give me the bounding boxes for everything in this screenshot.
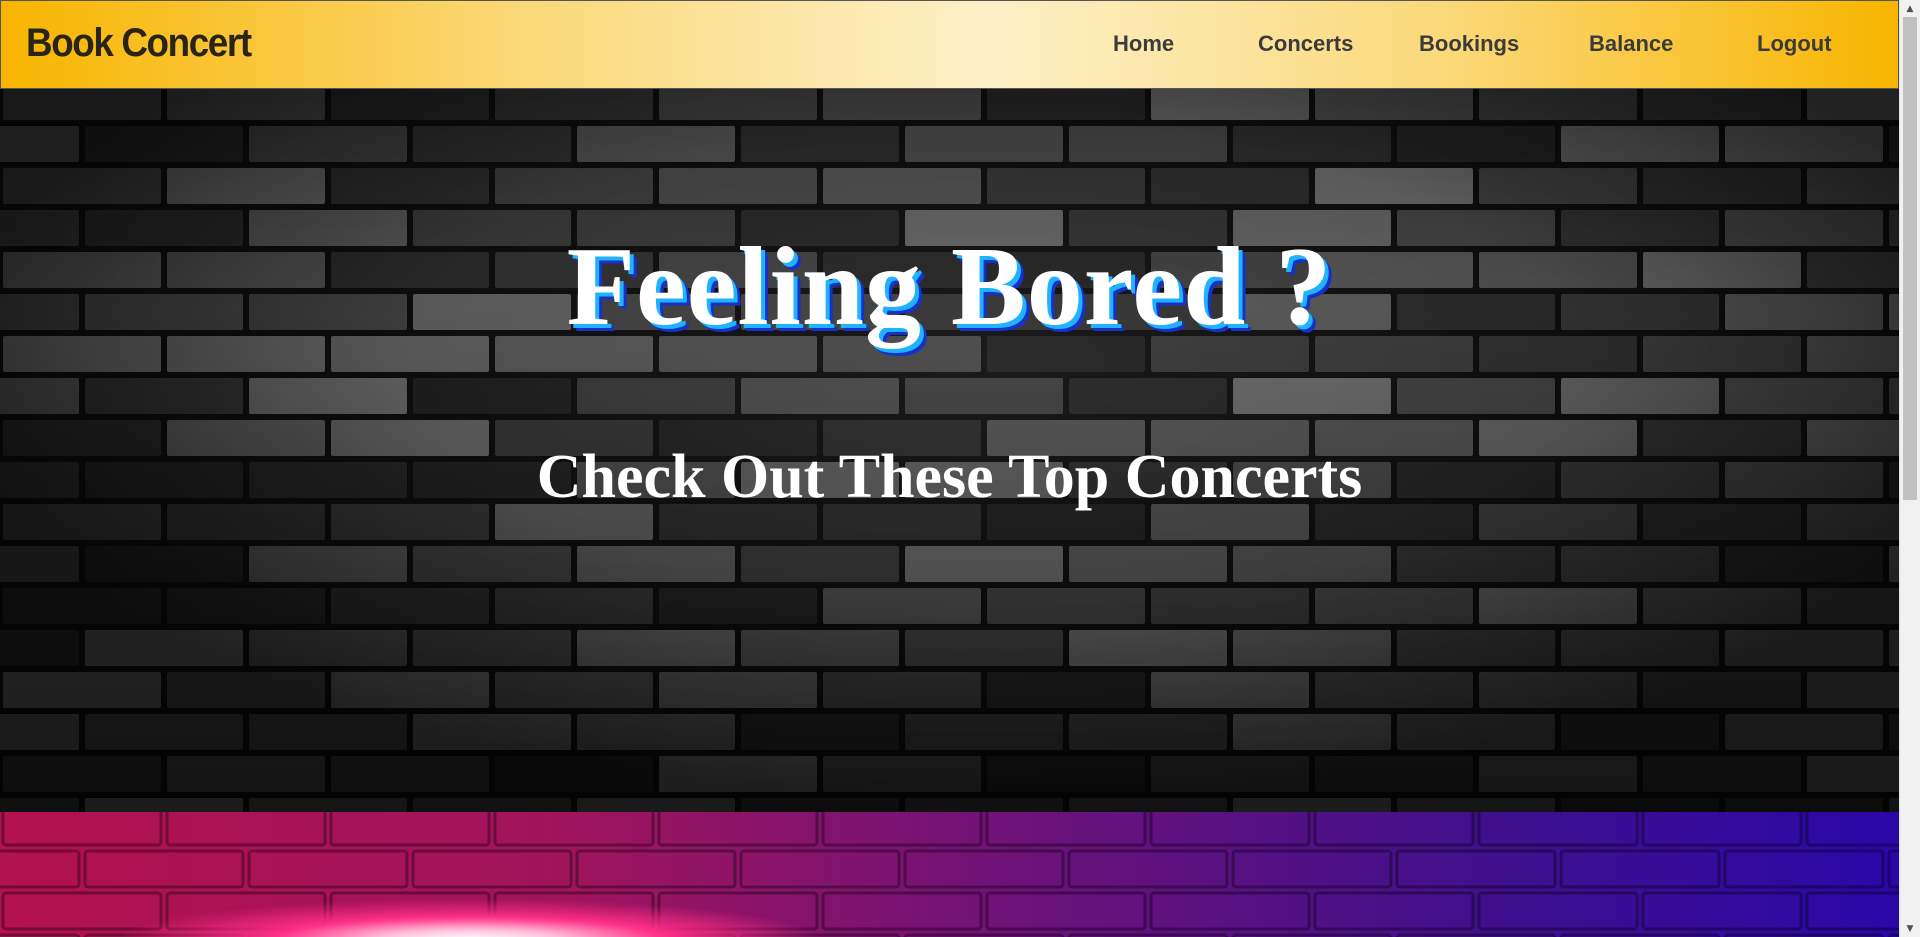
hero-title: Feeling Bored ? — [566, 225, 1333, 349]
hero-subtitle: Check Out These Top Concerts — [536, 443, 1363, 511]
concerts-section — [0, 812, 1899, 937]
scroll-thumb[interactable] — [1903, 17, 1917, 500]
nav-balance-link[interactable]: Balance — [1589, 33, 1673, 55]
scroll-down-arrow-icon[interactable]: ▼ — [1900, 920, 1920, 937]
brand-logo[interactable]: Book Concert — [26, 23, 252, 63]
nav-logout-link[interactable]: Logout — [1757, 33, 1832, 55]
page-scrollbar[interactable]: ▲ ▼ — [1899, 0, 1920, 937]
scroll-up-arrow-icon[interactable]: ▲ — [1900, 0, 1920, 17]
navbar: Book Concert Home Concerts Bookings Bala… — [0, 0, 1899, 89]
nav-concerts-link[interactable]: Concerts — [1258, 33, 1353, 55]
hero-section: Feeling Bored ? Check Out These Top Conc… — [0, 89, 1899, 812]
page: Book Concert Home Concerts Bookings Bala… — [0, 0, 1920, 937]
nav-bookings-link[interactable]: Bookings — [1419, 33, 1519, 55]
nav-home-link[interactable]: Home — [1113, 33, 1174, 55]
